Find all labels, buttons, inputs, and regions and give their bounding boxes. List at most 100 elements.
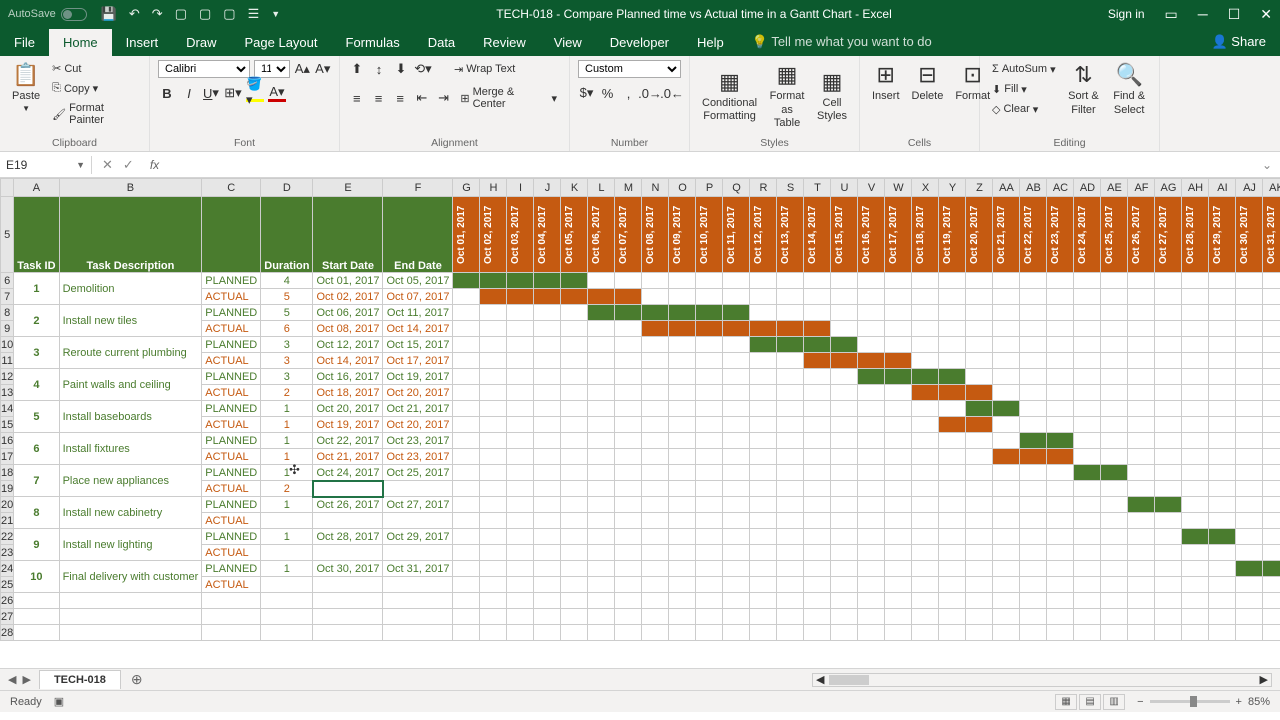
- col-header[interactable]: AC: [1047, 179, 1074, 197]
- wrap-text-button[interactable]: ⇥ Wrap Text: [450, 61, 519, 78]
- print-preview-icon[interactable]: ▢: [223, 6, 235, 22]
- undo-icon[interactable]: ↶: [129, 6, 140, 22]
- col-header[interactable]: AD: [1074, 179, 1101, 197]
- row-header[interactable]: 13: [1, 385, 14, 401]
- row-header[interactable]: 19: [1, 481, 14, 497]
- cut-button[interactable]: ✂ Cut: [48, 60, 141, 77]
- orientation-icon[interactable]: ⟲▾: [414, 60, 432, 78]
- currency-icon[interactable]: $▾: [578, 84, 595, 102]
- col-header[interactable]: V: [858, 179, 885, 197]
- maximize-icon[interactable]: ☐: [1228, 6, 1241, 23]
- number-format-select[interactable]: Custom: [578, 60, 681, 78]
- decrease-font-icon[interactable]: A▾: [315, 60, 331, 78]
- cell-styles-button[interactable]: ▦Cell Styles: [813, 67, 851, 126]
- decrease-decimal-icon[interactable]: .0←: [663, 84, 681, 102]
- col-header[interactable]: AB: [1020, 179, 1047, 197]
- redo-icon[interactable]: ↷: [152, 6, 163, 22]
- zoom-slider[interactable]: [1150, 700, 1230, 703]
- row-header[interactable]: 23: [1, 545, 14, 561]
- horizontal-scrollbar[interactable]: ◀▶: [812, 673, 1272, 687]
- font-color-icon[interactable]: A▾: [268, 84, 286, 102]
- col-header[interactable]: L: [588, 179, 615, 197]
- col-header[interactable]: W: [885, 179, 912, 197]
- align-center-icon[interactable]: ≡: [370, 89, 388, 107]
- italic-icon[interactable]: I: [180, 84, 198, 102]
- font-name-select[interactable]: Calibri: [158, 60, 250, 78]
- align-top-icon[interactable]: ⬆: [348, 60, 366, 78]
- col-header[interactable]: H: [480, 179, 507, 197]
- page-break-view-icon[interactable]: ▥: [1103, 694, 1125, 710]
- col-header[interactable]: N: [642, 179, 669, 197]
- tab-page-layout[interactable]: Page Layout: [231, 29, 332, 56]
- fx-icon[interactable]: fx: [144, 158, 165, 172]
- row-header[interactable]: 21: [1, 513, 14, 529]
- share-button[interactable]: 👤 Share: [1198, 28, 1280, 56]
- row-header[interactable]: 20: [1, 497, 14, 513]
- fill-color-icon[interactable]: 🪣▾: [246, 84, 264, 102]
- col-header[interactable]: AF: [1128, 179, 1155, 197]
- formula-input[interactable]: [165, 163, 1254, 167]
- col-header[interactable]: AJ: [1236, 179, 1263, 197]
- save-icon[interactable]: 💾: [101, 6, 117, 22]
- worksheet[interactable]: ABCDEFGHIJKLMNOPQRSTUVWXYZAAABACADAEAFAG…: [0, 178, 1280, 668]
- conditional-formatting-button[interactable]: ▦Conditional Formatting: [698, 67, 761, 126]
- col-header[interactable]: T: [804, 179, 831, 197]
- autosum-button[interactable]: Σ AutoSum ▾: [988, 61, 1060, 78]
- row-header[interactable]: 7: [1, 289, 14, 305]
- tab-view[interactable]: View: [540, 29, 596, 56]
- col-header[interactable]: S: [777, 179, 804, 197]
- format-as-table-button[interactable]: ▦Format as Table: [765, 60, 809, 132]
- align-right-icon[interactable]: ≡: [391, 89, 409, 107]
- col-header[interactable]: O: [669, 179, 696, 197]
- col-header[interactable]: Z: [966, 179, 993, 197]
- tab-help[interactable]: Help: [683, 29, 738, 56]
- row-header[interactable]: 12: [1, 369, 14, 385]
- col-header[interactable]: D: [261, 179, 313, 197]
- row-header[interactable]: 6: [1, 273, 14, 289]
- normal-view-icon[interactable]: ▦: [1055, 694, 1077, 710]
- touch-icon[interactable]: ☰: [248, 6, 260, 22]
- col-header[interactable]: AG: [1155, 179, 1182, 197]
- row-header[interactable]: 14: [1, 401, 14, 417]
- increase-font-icon[interactable]: A▴: [294, 60, 310, 78]
- clear-button[interactable]: ◇ Clear ▾: [988, 101, 1060, 118]
- row-header[interactable]: 10: [1, 337, 14, 353]
- col-header[interactable]: P: [696, 179, 723, 197]
- open-icon[interactable]: ▢: [199, 6, 211, 22]
- autosave-toggle[interactable]: AutoSave: [8, 8, 87, 21]
- format-painter-button[interactable]: 🖌 Format Painter: [48, 100, 141, 128]
- zoom-out-icon[interactable]: −: [1137, 696, 1143, 708]
- increase-decimal-icon[interactable]: .0→: [641, 84, 659, 102]
- border-icon[interactable]: ⊞▾: [224, 84, 242, 102]
- increase-indent-icon[interactable]: ⇥: [435, 89, 453, 107]
- comma-icon[interactable]: ,: [620, 84, 637, 102]
- row-header[interactable]: 8: [1, 305, 14, 321]
- col-header[interactable]: AI: [1209, 179, 1236, 197]
- macro-record-icon[interactable]: ▣: [54, 695, 64, 708]
- col-header[interactable]: A: [14, 179, 59, 197]
- col-header[interactable]: G: [453, 179, 480, 197]
- col-header[interactable]: I: [507, 179, 534, 197]
- col-header[interactable]: C: [202, 179, 261, 197]
- enter-formula-icon[interactable]: ✓: [123, 157, 134, 173]
- row-header[interactable]: 22: [1, 529, 14, 545]
- col-header[interactable]: X: [912, 179, 939, 197]
- new-icon[interactable]: ▢: [175, 6, 187, 22]
- insert-cells-button[interactable]: ⊞Insert: [868, 60, 904, 106]
- sort-filter-button[interactable]: ⇅Sort & Filter: [1064, 60, 1104, 119]
- row-header[interactable]: 24: [1, 561, 14, 577]
- col-header[interactable]: AH: [1182, 179, 1209, 197]
- fill-button[interactable]: ⬇ Fill ▾: [988, 81, 1060, 98]
- col-header[interactable]: AK: [1263, 179, 1280, 197]
- qat-more-icon[interactable]: ▼: [271, 9, 280, 19]
- tab-file[interactable]: File: [0, 29, 49, 56]
- find-select-button[interactable]: 🔍Find & Select: [1107, 60, 1151, 119]
- col-header[interactable]: Q: [723, 179, 750, 197]
- percent-icon[interactable]: %: [599, 84, 616, 102]
- col-header[interactable]: F: [383, 179, 453, 197]
- merge-center-button[interactable]: ⊞ Merge & Center ▾: [456, 84, 561, 112]
- page-layout-view-icon[interactable]: ▤: [1079, 694, 1101, 710]
- tab-formulas[interactable]: Formulas: [332, 29, 414, 56]
- col-header[interactable]: J: [534, 179, 561, 197]
- bold-icon[interactable]: B: [158, 84, 176, 102]
